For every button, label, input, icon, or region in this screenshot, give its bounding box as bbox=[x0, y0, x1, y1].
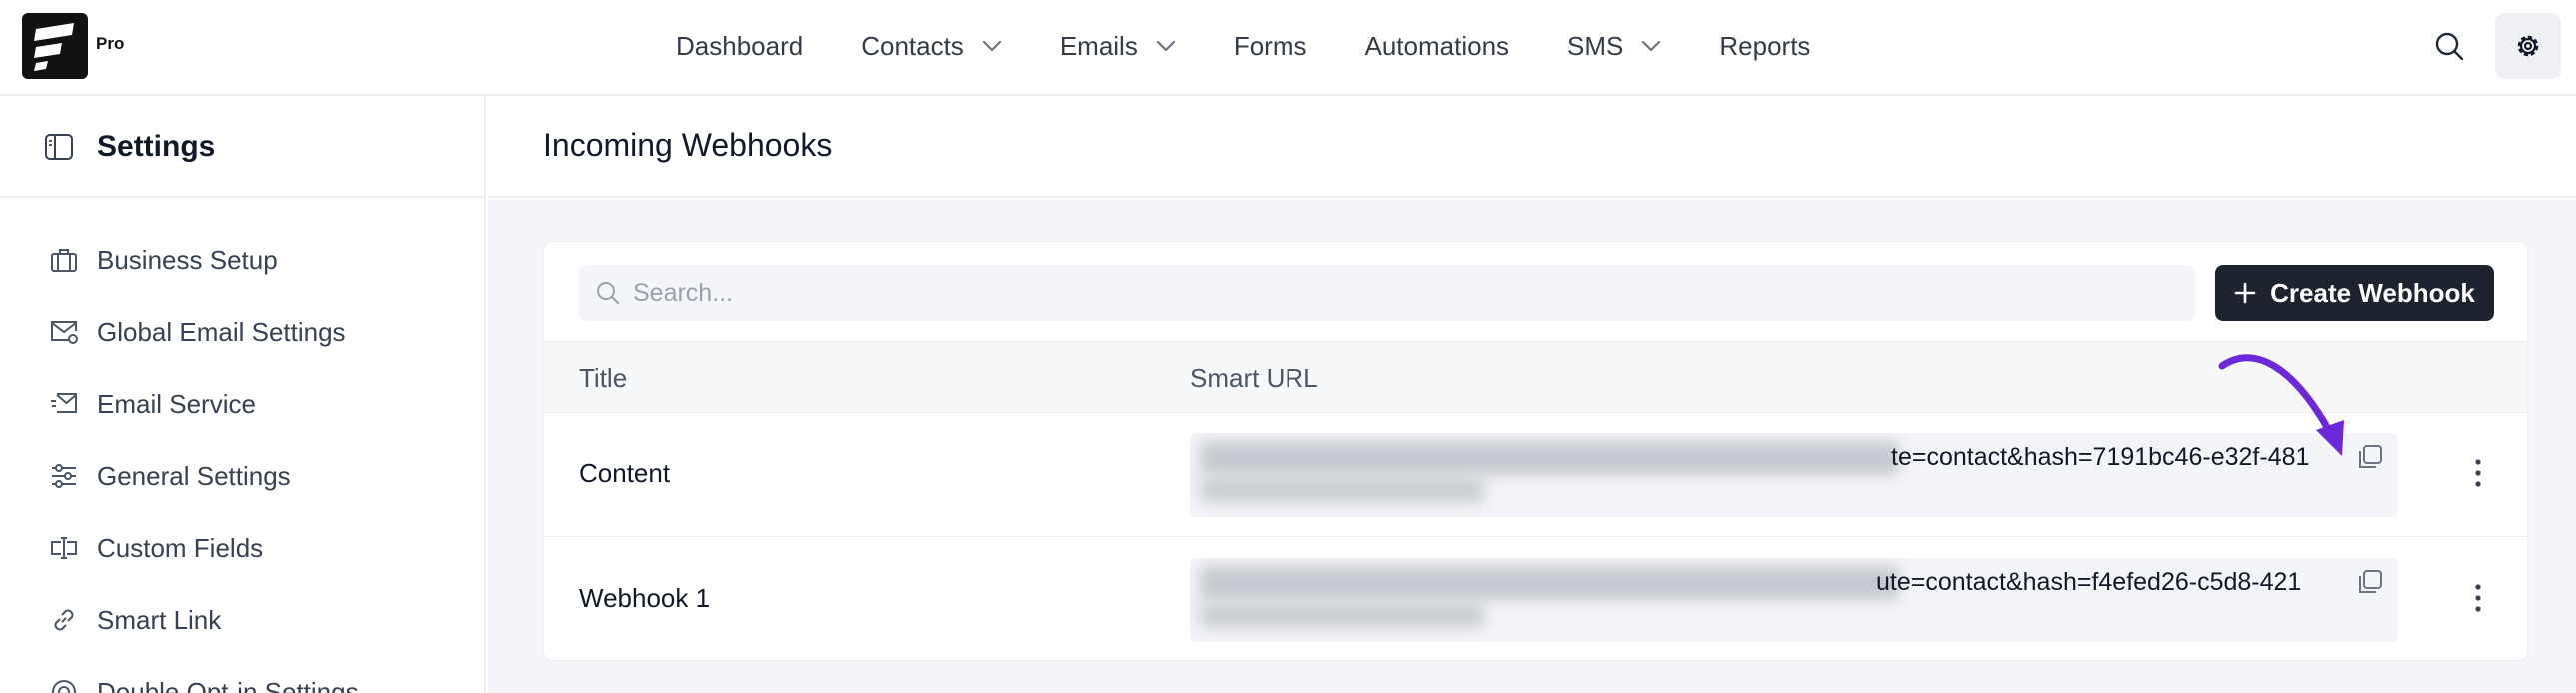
nav-item-sms[interactable]: SMS bbox=[1567, 31, 1661, 62]
sidebar-item-label: Double Opt-in Settings bbox=[97, 676, 359, 693]
smart-url-text: ute=contact&hash=f4efed26-c5d8-421 bbox=[1876, 568, 2302, 596]
top-navigation-bar: Pro Dashboard Contacts Emails Forms Auto… bbox=[0, 0, 2576, 96]
row-actions-icon[interactable] bbox=[2473, 582, 2483, 614]
create-webhook-label: Create Webhook bbox=[2270, 277, 2475, 308]
check-circle-icon bbox=[48, 676, 80, 693]
row-actions-icon[interactable] bbox=[2473, 457, 2483, 489]
sidebar-item-business-setup[interactable]: Business Setup bbox=[48, 240, 278, 280]
sidebar-item-label: Smart Link bbox=[97, 604, 222, 635]
redacted-url-part bbox=[1200, 566, 1899, 600]
smart-url-field[interactable]: ute=contact&hash=f4efed26-c5d8-421 bbox=[1190, 558, 2398, 642]
link-icon bbox=[48, 604, 80, 636]
column-header-title: Title bbox=[579, 363, 628, 393]
sidebar-item-email-service[interactable]: Email Service bbox=[48, 384, 256, 424]
redacted-url-part bbox=[1200, 602, 1484, 628]
settings-sidebar: Settings Business Setup Global Email Set… bbox=[0, 96, 486, 693]
sidebar-item-label: Business Setup bbox=[97, 244, 278, 275]
search-field[interactable] bbox=[579, 265, 2195, 321]
plus-icon bbox=[2234, 282, 2256, 304]
plan-badge: Pro bbox=[96, 34, 125, 53]
nav-item-contacts[interactable]: Contacts bbox=[861, 31, 1002, 62]
sidebar-item-double-opt-in-settings[interactable]: Double Opt-in Settings bbox=[48, 672, 359, 693]
mail-send-icon bbox=[48, 388, 80, 420]
settings-button[interactable] bbox=[2495, 13, 2561, 79]
briefcase-icon bbox=[48, 244, 80, 276]
chevron-down-icon bbox=[1641, 40, 1661, 52]
copy-icon[interactable] bbox=[2356, 568, 2384, 596]
sidebar-item-label: Custom Fields bbox=[97, 532, 264, 563]
nav-item-emails[interactable]: Emails bbox=[1060, 31, 1176, 62]
chevron-down-icon bbox=[1156, 40, 1176, 52]
page-title: Incoming Webhooks bbox=[543, 127, 833, 163]
create-webhook-button[interactable]: Create Webhook bbox=[2215, 265, 2494, 321]
chevron-down-icon bbox=[982, 40, 1002, 52]
sidebar-item-global-email-settings[interactable]: Global Email Settings bbox=[48, 312, 346, 352]
redacted-url-part bbox=[1200, 477, 1484, 503]
text-field-icon bbox=[48, 532, 80, 564]
sidebar-item-general-settings[interactable]: General Settings bbox=[48, 456, 291, 496]
main-nav: Dashboard Contacts Emails Forms Automati… bbox=[676, 0, 1868, 92]
nav-item-forms[interactable]: Forms bbox=[1234, 31, 1307, 62]
global-search-button[interactable] bbox=[2425, 22, 2473, 70]
nav-label: SMS bbox=[1567, 30, 1624, 61]
sidebar-item-label: Email Service bbox=[97, 388, 256, 419]
sidebar-item-smart-link[interactable]: Smart Link bbox=[48, 600, 221, 640]
sidebar-header: Settings bbox=[0, 96, 484, 198]
nav-label: Forms bbox=[1233, 30, 1307, 61]
sliders-icon bbox=[48, 460, 80, 492]
webhook-title: Webhook 1 bbox=[579, 583, 711, 613]
gear-icon bbox=[2517, 35, 2539, 57]
table-row: Webhook 1 ute=contact&hash=f4efed26-c5d8… bbox=[544, 538, 2527, 660]
search-input[interactable] bbox=[633, 278, 2132, 308]
nav-item-reports[interactable]: Reports bbox=[1719, 31, 1810, 62]
sidebar-item-label: General Settings bbox=[97, 460, 291, 491]
search-icon bbox=[2435, 32, 2464, 61]
app-logo[interactable] bbox=[22, 13, 88, 79]
nav-item-automations[interactable]: Automations bbox=[1365, 31, 1510, 62]
column-header-smart-url: Smart URL bbox=[1190, 363, 1318, 393]
annotation-arrow-icon bbox=[2218, 354, 2344, 456]
sidebar-toggle-icon[interactable] bbox=[44, 132, 74, 167]
nav-label: Reports bbox=[1719, 30, 1811, 61]
search-icon bbox=[595, 280, 621, 306]
page-header: Incoming Webhooks bbox=[488, 96, 2576, 198]
logo-mark-icon bbox=[34, 23, 74, 71]
sidebar-item-custom-fields[interactable]: Custom Fields bbox=[48, 528, 263, 568]
nav-label: Dashboard bbox=[676, 30, 804, 61]
nav-label: Contacts bbox=[861, 30, 964, 61]
webhook-title: Content bbox=[579, 458, 671, 488]
sidebar-item-label: Global Email Settings bbox=[97, 316, 346, 347]
mail-gear-icon bbox=[48, 316, 80, 348]
redacted-url-part bbox=[1200, 441, 1899, 475]
nav-label: Emails bbox=[1059, 30, 1138, 61]
nav-item-dashboard[interactable]: Dashboard bbox=[676, 31, 803, 62]
nav-label: Automations bbox=[1364, 30, 1510, 61]
sidebar-title: Settings bbox=[97, 130, 216, 163]
